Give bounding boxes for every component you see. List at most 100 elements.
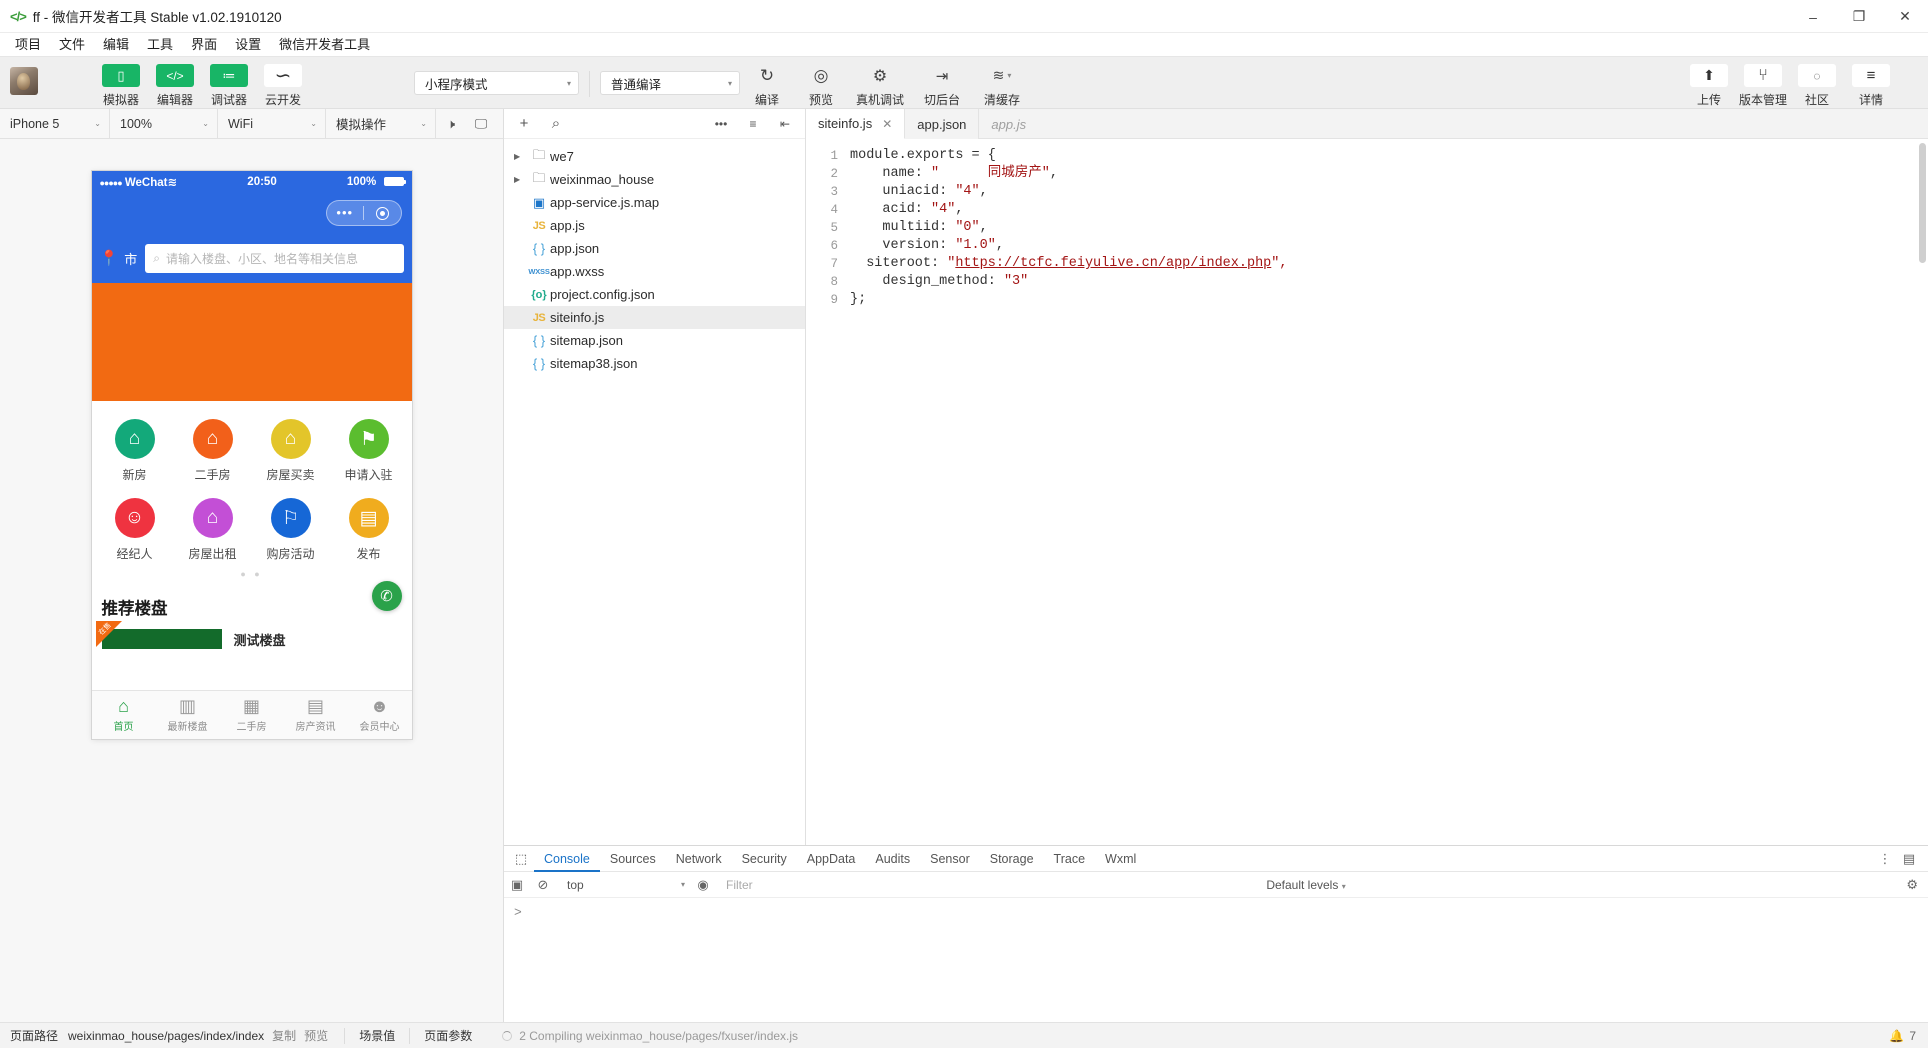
devtools-tab-wxml[interactable]: Wxml — [1095, 846, 1146, 872]
recommend-card[interactable]: 在售 测试楼盘 — [102, 629, 402, 649]
siteroot-url-link[interactable]: https://tcfc.feiyulive.cn/app/index.php — [955, 256, 1271, 271]
tab-new-listings[interactable]: ▥ 最新楼盘 — [156, 691, 220, 739]
chevron-right-icon[interactable]: ▶ — [514, 175, 528, 184]
tree-item-sitemap-json[interactable]: { } sitemap.json — [504, 329, 805, 352]
background-button[interactable]: ⇥ 切后台 — [912, 64, 972, 108]
page-params-button[interactable]: 页面参数 — [410, 1027, 486, 1044]
search-input[interactable]: ⌕ 请输入楼盘、小区、地名等相关信息 — [145, 244, 403, 273]
notifications-area[interactable]: 🔔 7 — [1889, 1029, 1916, 1043]
collapse-panel-icon[interactable]: ⇤ — [769, 110, 801, 138]
editor-button[interactable]: </> 编辑器 — [148, 64, 202, 108]
rotate-screen-icon[interactable]: 🖵 — [466, 109, 496, 139]
target-icon[interactable] — [364, 207, 401, 220]
devtools-tab-trace[interactable]: Trace — [1044, 846, 1096, 872]
console-levels-select[interactable]: Default levels ▾ — [1266, 878, 1345, 892]
grid-item-activity[interactable]: ⚐ 购房活动 — [252, 492, 330, 571]
editor-tab-app-json[interactable]: app.json — [905, 109, 979, 139]
clear-console-icon[interactable]: ⊘ — [530, 877, 556, 893]
grid-item-apply-join[interactable]: ⚑ 申请入驻 — [330, 413, 408, 492]
copy-path-button[interactable]: 复制 — [272, 1027, 296, 1044]
close-icon[interactable]: ✕ — [882, 117, 892, 131]
editor-tab-app-js[interactable]: app.js — [979, 109, 1038, 139]
debugger-button[interactable]: ≔ 调试器 — [202, 64, 256, 108]
promo-banner[interactable] — [92, 283, 412, 401]
devtools-tab-audits[interactable]: Audits — [865, 846, 920, 872]
editor-scrollbar[interactable] — [1919, 143, 1926, 263]
grid-item-house-trade[interactable]: ⌂ 房屋买卖 — [252, 413, 330, 492]
location-pin-icon[interactable]: 📍 — [100, 249, 119, 267]
devtools-tab-sources[interactable]: Sources — [600, 846, 666, 872]
avatar[interactable] — [10, 67, 38, 95]
wechat-capsule[interactable]: ••• — [326, 200, 402, 226]
tree-item-app-js[interactable]: JS app.js — [504, 214, 805, 237]
menu-dots-icon[interactable]: ••• — [327, 210, 364, 216]
live-expression-icon[interactable]: ◉ — [690, 877, 716, 893]
tree-item-app-service-js-map[interactable]: ▣ app-service.js.map — [504, 191, 805, 214]
dock-panel-icon[interactable]: ▤ — [1898, 851, 1920, 867]
gear-icon[interactable]: ⚙ — [1906, 877, 1918, 893]
cloud-dev-button[interactable]: ∽ 云开发 — [256, 64, 310, 108]
menu-item-settings[interactable]: 设置 — [226, 34, 270, 56]
tree-item-siteinfo-js[interactable]: JS siteinfo.js — [504, 306, 805, 329]
network-select[interactable]: WiFi ⌄ — [218, 109, 326, 139]
version-control-button[interactable]: ⑂ 版本管理 — [1736, 64, 1790, 108]
grid-item-agent[interactable]: ☺ 经纪人 — [96, 492, 174, 571]
tree-item-app-json[interactable]: { } app.json — [504, 237, 805, 260]
grid-item-publish[interactable]: ▤ 发布 — [330, 492, 408, 571]
tree-item-project-config-json[interactable]: {o} project.config.json — [504, 283, 805, 306]
console-context-select[interactable]: top ▾ — [560, 876, 690, 894]
tab-news[interactable]: ▤ 房产资讯 — [284, 691, 348, 739]
minimize-button[interactable]: – — [1790, 0, 1836, 33]
editor-tab-siteinfo-js[interactable]: siteinfo.js ✕ — [806, 109, 905, 139]
speaker-icon[interactable]: 🕨 — [436, 109, 466, 139]
maximize-button[interactable]: ❐ — [1836, 0, 1882, 33]
devtools-tab-appdata[interactable]: AppData — [797, 846, 866, 872]
devtools-tab-sensor[interactable]: Sensor — [920, 846, 980, 872]
menu-item-tools[interactable]: 工具 — [138, 34, 182, 56]
details-button[interactable]: ≡ 详情 — [1844, 64, 1898, 108]
zoom-select[interactable]: 100% ⌄ — [110, 109, 218, 139]
menu-item-file[interactable]: 文件 — [50, 34, 94, 56]
upload-button[interactable]: ⬆ 上传 — [1682, 64, 1736, 108]
compile-button[interactable]: ↻ 编译 — [740, 64, 794, 108]
outline-icon[interactable]: ≡ — [737, 110, 769, 138]
devtools-tab-storage[interactable]: Storage — [980, 846, 1044, 872]
preview-path-button[interactable]: 预览 — [304, 1027, 328, 1044]
console-filter-input[interactable]: Filter — [726, 878, 986, 892]
tree-item-we7[interactable]: ▶ 🗀 we7 — [504, 145, 805, 168]
inspect-element-icon[interactable]: ⬚ — [508, 851, 534, 867]
device-select[interactable]: iPhone 5 ⌄ — [0, 109, 110, 139]
tree-item-weixinmao-house[interactable]: ▶ 🗀 weixinmao_house — [504, 168, 805, 191]
chat-floating-icon[interactable]: ✆ — [372, 581, 402, 611]
device-debug-button[interactable]: ⚙ 真机调试 — [848, 64, 912, 108]
mode-select[interactable]: 小程序模式 ▾ — [414, 71, 579, 95]
simulate-action-select[interactable]: 模拟操作 ⌄ — [326, 109, 436, 139]
toggle-sidebar-icon[interactable]: ▣ — [504, 877, 530, 893]
clear-cache-button[interactable]: ≋▾ 清缓存 — [972, 64, 1032, 108]
tab-member-center[interactable]: ☻ 会员中心 — [348, 691, 412, 739]
compile-mode-select[interactable]: 普通编译 ▾ — [600, 71, 740, 95]
plus-icon[interactable]: + — [508, 110, 540, 138]
simulator-button[interactable]: ▯ 模拟器 — [94, 64, 148, 108]
devtools-tab-network[interactable]: Network — [666, 846, 732, 872]
devtools-tab-security[interactable]: Security — [732, 846, 797, 872]
tab-home[interactable]: ⌂ 首页 — [92, 691, 156, 739]
preview-button[interactable]: ◎ 预览 — [794, 64, 848, 108]
tab-second-hand[interactable]: ▦ 二手房 — [220, 691, 284, 739]
console-output[interactable]: > — [504, 898, 1928, 1022]
city-label[interactable]: 市 — [124, 249, 137, 268]
grid-item-new-house[interactable]: ⌂ 新房 — [96, 413, 174, 492]
ellipsis-vertical-icon[interactable]: ⋮ — [1874, 851, 1896, 867]
tree-item-app-wxss[interactable]: WXSS app.wxss — [504, 260, 805, 283]
community-button[interactable]: ◌ 社区 — [1790, 64, 1844, 108]
menu-item-project[interactable]: 项目 — [6, 34, 50, 56]
search-icon[interactable]: ⌕ — [540, 110, 572, 138]
scene-value-button[interactable]: 场景值 — [345, 1027, 409, 1044]
menu-item-ui[interactable]: 界面 — [182, 34, 226, 56]
menu-item-about[interactable]: 微信开发者工具 — [270, 34, 379, 56]
grid-item-second-hand[interactable]: ⌂ 二手房 — [174, 413, 252, 492]
ellipsis-icon[interactable]: ••• — [705, 110, 737, 138]
menu-item-edit[interactable]: 编辑 — [94, 34, 138, 56]
tree-item-sitemap38-json[interactable]: { } sitemap38.json — [504, 352, 805, 375]
close-button[interactable]: ✕ — [1882, 0, 1928, 33]
